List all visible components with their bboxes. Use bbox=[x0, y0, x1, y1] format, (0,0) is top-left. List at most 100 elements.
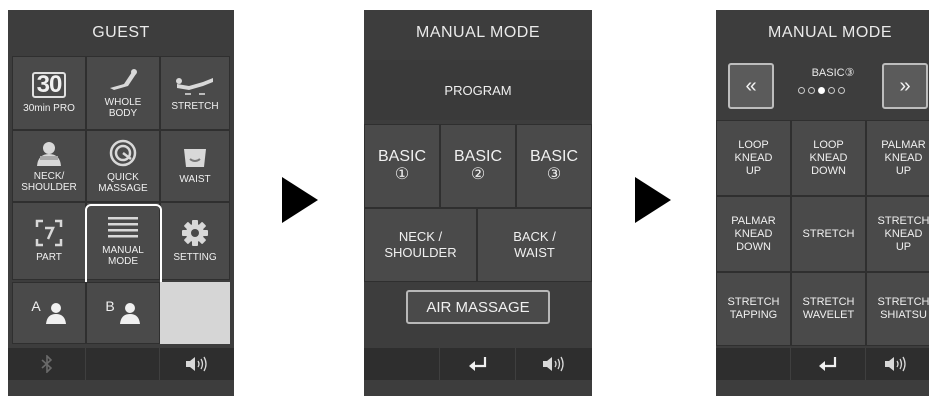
back-waist-button[interactable]: BACK / WAIST bbox=[477, 208, 592, 282]
area-line2: WAIST bbox=[514, 245, 555, 260]
part-focus-icon bbox=[35, 219, 63, 247]
screen-title: GUEST bbox=[92, 24, 150, 41]
back-button[interactable] bbox=[440, 348, 516, 380]
technique-button[interactable]: PALMAR KNEAD UP bbox=[866, 120, 929, 196]
page-dot bbox=[838, 87, 845, 94]
return-icon bbox=[468, 357, 486, 371]
bluetooth-button[interactable] bbox=[8, 348, 86, 380]
tile-label: 30min PRO bbox=[23, 103, 75, 114]
technique-label-line: UP bbox=[895, 240, 912, 253]
tile-whole-body[interactable]: WHOLE BODY bbox=[86, 56, 160, 130]
basic-2-button[interactable]: BASIC ② bbox=[440, 124, 516, 208]
volume-button[interactable] bbox=[866, 348, 929, 380]
area-line1: BACK / bbox=[513, 229, 556, 244]
technique-label-line: UP bbox=[895, 164, 912, 177]
page-dot bbox=[818, 87, 825, 94]
tile-waist[interactable]: WAIST bbox=[160, 130, 230, 202]
tile-stretch[interactable]: STRETCH bbox=[160, 56, 230, 130]
technique-button[interactable]: STRETCH bbox=[791, 196, 866, 272]
bottom-bar-blank bbox=[364, 348, 440, 380]
technique-label-line: STRETCH bbox=[877, 296, 929, 308]
page-dot bbox=[798, 87, 805, 94]
tile-label: SETTING bbox=[173, 252, 217, 263]
basic-3-screen: MANUAL MODE « BASIC③ » LOOP KNEAD UP LOOP KN… bbox=[716, 10, 929, 396]
technique-label-line: WAVELET bbox=[802, 309, 855, 321]
user-letter: B bbox=[105, 298, 115, 314]
technique-label-line: KNEAD bbox=[809, 151, 848, 164]
selection-highlight bbox=[85, 204, 162, 288]
page-label: BASIC③ bbox=[811, 67, 855, 79]
stretch-recline-icon bbox=[176, 78, 213, 95]
bottom-bar bbox=[8, 348, 234, 380]
30min-pro-icon: 30 bbox=[31, 72, 67, 98]
bottom-bar bbox=[364, 348, 592, 380]
tile-neck-shoulder[interactable]: NECK/ SHOULDER bbox=[12, 130, 86, 202]
guest-screen: GUEST 30 30min PRO WHOLE BODY STRETCH NE… bbox=[8, 10, 234, 396]
bluetooth-icon bbox=[40, 355, 52, 373]
back-button[interactable] bbox=[791, 348, 866, 380]
technique-label-line: LOOP bbox=[738, 138, 769, 151]
basic-3-button[interactable]: BASIC ③ bbox=[516, 124, 592, 208]
tile-label: STRETCH bbox=[171, 101, 219, 112]
user-b-button[interactable]: B bbox=[86, 282, 160, 344]
technique-button[interactable]: STRETCH TAPPING bbox=[716, 272, 791, 346]
manual-mode-screen: MANUAL MODE PROGRAM BASIC ① BASIC ② BASI… bbox=[364, 10, 592, 396]
technique-label-line: TAPPING bbox=[729, 309, 778, 321]
tile-label: WAIST bbox=[179, 174, 211, 185]
technique-label-line: SHIATSU bbox=[880, 309, 927, 321]
technique-button[interactable]: LOOP KNEAD UP bbox=[716, 120, 791, 196]
tile-label: QUICK MASSAGE bbox=[98, 171, 148, 194]
neck-shoulder-icon bbox=[37, 141, 61, 166]
program-button[interactable]: PROGRAM bbox=[364, 60, 592, 120]
technique-button[interactable]: LOOP KNEAD DOWN bbox=[791, 120, 866, 196]
program-label: PROGRAM bbox=[444, 82, 512, 98]
basic-label: BASIC bbox=[529, 148, 578, 165]
air-massage-button[interactable]: AIR MASSAGE bbox=[406, 290, 550, 324]
technique-label-line: UP bbox=[745, 164, 762, 177]
air-massage-label: AIR MASSAGE bbox=[426, 298, 530, 316]
screen-title: MANUAL MODE bbox=[767, 24, 893, 41]
volume-button[interactable] bbox=[160, 348, 234, 380]
user-icon bbox=[45, 303, 66, 324]
tile-part[interactable]: PART bbox=[12, 202, 86, 280]
user-a-button[interactable]: A bbox=[12, 282, 86, 344]
neck-shoulder-button[interactable]: NECK / SHOULDER bbox=[364, 208, 477, 282]
technique-label-line: KNEAD bbox=[884, 227, 923, 240]
technique-label-line: DOWN bbox=[811, 164, 846, 177]
tile-label: WHOLE BODY bbox=[104, 96, 142, 119]
technique-label-line: KNEAD bbox=[734, 151, 773, 164]
next-page-button[interactable]: » bbox=[882, 63, 928, 109]
double-chevron-left-icon: « bbox=[745, 74, 757, 97]
volume-button[interactable] bbox=[516, 348, 592, 380]
technique-button[interactable]: STRETCH WAVELET bbox=[791, 272, 866, 346]
technique-label-line: STRETCH bbox=[802, 227, 855, 240]
basic-label: BASIC bbox=[377, 148, 426, 165]
technique-button[interactable]: STRETCH KNEAD UP bbox=[866, 196, 929, 272]
technique-label-line: STRETCH bbox=[802, 296, 855, 308]
tile-quick-massage[interactable]: QUICK MASSAGE bbox=[86, 130, 160, 202]
basic-1-button[interactable]: BASIC ① bbox=[364, 124, 440, 208]
return-icon bbox=[819, 357, 837, 371]
page-indicator bbox=[798, 87, 845, 94]
tile-label: PART bbox=[36, 252, 62, 263]
page-dot bbox=[828, 87, 835, 94]
user-icon bbox=[119, 303, 140, 324]
tile-30min-pro[interactable]: 30 30min PRO bbox=[12, 56, 86, 130]
flow-arrow-1 bbox=[282, 177, 318, 223]
user-letter: A bbox=[31, 298, 41, 314]
speaker-icon bbox=[543, 356, 564, 372]
speaker-icon bbox=[885, 356, 906, 372]
bottom-bar-blank bbox=[86, 348, 160, 380]
gear-icon bbox=[182, 220, 208, 246]
waist-icon bbox=[184, 149, 206, 167]
whole-body-recline-icon bbox=[110, 68, 137, 90]
screen-title: MANUAL MODE bbox=[415, 24, 541, 41]
tile-label: NECK/ SHOULDER bbox=[21, 170, 77, 193]
technique-button[interactable]: STRETCH SHIATSU bbox=[866, 272, 929, 346]
speaker-icon bbox=[186, 356, 207, 372]
tile-setting[interactable]: SETTING bbox=[160, 202, 230, 280]
bottom-bar bbox=[716, 348, 929, 380]
prev-page-button[interactable]: « bbox=[728, 63, 774, 109]
technique-label-line: STRETCH bbox=[877, 214, 929, 227]
technique-button[interactable]: PALMAR KNEAD DOWN bbox=[716, 196, 791, 272]
